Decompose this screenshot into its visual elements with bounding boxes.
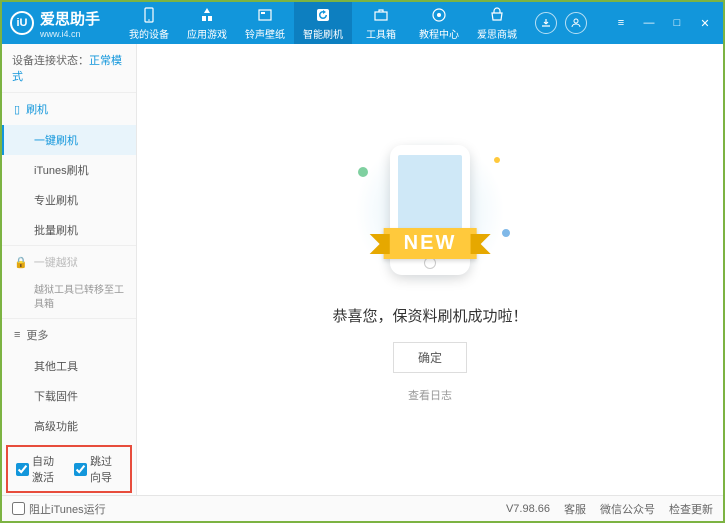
main-nav: 我的设备 应用游戏 铃声壁纸 智能刷机 工具箱 教程中心 爱思商城 [120,2,526,44]
nav-store[interactable]: 爱思商城 [468,2,526,44]
download-button[interactable] [535,12,557,34]
app-url: www.i4.cn [40,29,100,39]
nav-label: 应用游戏 [187,26,227,41]
view-log-link[interactable]: 查看日志 [408,387,452,403]
titlebar: iU 爱思助手 www.i4.cn 我的设备 应用游戏 铃声壁纸 智能刷机 工具… [2,2,723,44]
menu-icon[interactable]: ≡ [611,13,631,33]
app-window: iU 爱思助手 www.i4.cn 我的设备 应用游戏 铃声壁纸 智能刷机 工具… [0,0,725,523]
auto-activate-label: 自动激活 [32,453,64,485]
wallpaper-icon [256,6,274,24]
nav-my-device[interactable]: 我的设备 [120,2,178,44]
store-icon [488,6,506,24]
phone-icon [140,6,158,24]
footer-wechat[interactable]: 微信公众号 [600,501,655,517]
sidebar-item-pro[interactable]: 专业刷机 [2,185,136,215]
titlebar-controls: ≡ — □ ✕ [535,12,715,34]
sidebar-item-batch[interactable]: 批量刷机 [2,215,136,245]
body: 设备连接状态：正常模式 ▯刷机 一键刷机 iTunes刷机 专业刷机 批量刷机 … [2,44,723,495]
skip-guide-label: 跳过向导 [90,453,122,485]
sidebar-item-itunes[interactable]: iTunes刷机 [2,155,136,185]
maximize-icon[interactable]: □ [667,13,687,33]
jailbreak-title: 一键越狱 [34,254,78,270]
connection-status: 设备连接状态：正常模式 [2,44,136,92]
nav-label: 智能刷机 [303,26,343,41]
sidebar-flash-header[interactable]: ▯ 刷机 [2,93,136,125]
sidebar-item-other[interactable]: 其他工具 [2,351,136,381]
version-label: V7.98.66 [506,503,550,515]
new-ribbon: NEW [384,228,477,259]
sidebar-item-advanced[interactable]: 高级功能 [2,411,136,441]
book-icon [430,6,448,24]
nav-label: 我的设备 [129,26,169,41]
flash-title: 刷机 [26,101,48,117]
sidebar: 设备连接状态：正常模式 ▯刷机 一键刷机 iTunes刷机 专业刷机 批量刷机 … [2,44,137,495]
highlighted-options: 自动激活 跳过向导 [6,445,132,493]
footer-support[interactable]: 客服 [564,501,586,517]
footer: 阻止iTunes运行 V7.98.66 客服 微信公众号 检查更新 [2,495,723,521]
block-itunes-label: 阻止iTunes运行 [29,501,106,517]
ok-button[interactable]: 确定 [393,342,467,373]
jailbreak-note: 越狱工具已转移至工具箱 [2,278,136,318]
success-message: 恭喜您，保资料刷机成功啦！ [332,305,527,326]
nav-flash[interactable]: 智能刷机 [294,2,352,44]
sidebar-item-oneclick[interactable]: 一键刷机 [2,125,136,155]
menu-icon: ≡ [14,329,20,341]
sidebar-more-header[interactable]: ≡ 更多 [2,319,136,351]
toolbox-icon [372,6,390,24]
apps-icon [198,6,216,24]
phone-icon: ▯ [14,103,20,116]
footer-update[interactable]: 检查更新 [669,501,713,517]
user-button[interactable] [565,12,587,34]
nav-ringtones[interactable]: 铃声壁纸 [236,2,294,44]
more-title: 更多 [26,327,48,343]
sidebar-item-firmware[interactable]: 下载固件 [2,381,136,411]
app-name: 爱思助手 [40,8,100,29]
auto-activate-checkbox[interactable]: 自动激活 [16,453,64,485]
success-illustration: NEW [340,137,520,287]
main-content: NEW 恭喜您，保资料刷机成功啦！ 确定 查看日志 [137,44,723,495]
nav-label: 铃声壁纸 [245,26,285,41]
status-label: 设备连接状态： [12,55,89,67]
lock-icon: 🔒 [14,256,28,269]
nav-toolbox[interactable]: 工具箱 [352,2,410,44]
nav-label: 爱思商城 [477,26,517,41]
nav-apps[interactable]: 应用游戏 [178,2,236,44]
nav-tutorials[interactable]: 教程中心 [410,2,468,44]
refresh-icon [314,6,332,24]
skip-guide-checkbox[interactable]: 跳过向导 [74,453,122,485]
nav-label: 教程中心 [419,26,459,41]
app-logo: iU 爱思助手 www.i4.cn [10,8,100,39]
logo-icon: iU [10,11,34,35]
close-icon[interactable]: ✕ [695,13,715,33]
sidebar-jailbreak-header[interactable]: 🔒 一键越狱 [2,246,136,278]
nav-label: 工具箱 [366,26,396,41]
minimize-icon[interactable]: — [639,13,659,33]
block-itunes-checkbox[interactable]: 阻止iTunes运行 [12,501,106,517]
